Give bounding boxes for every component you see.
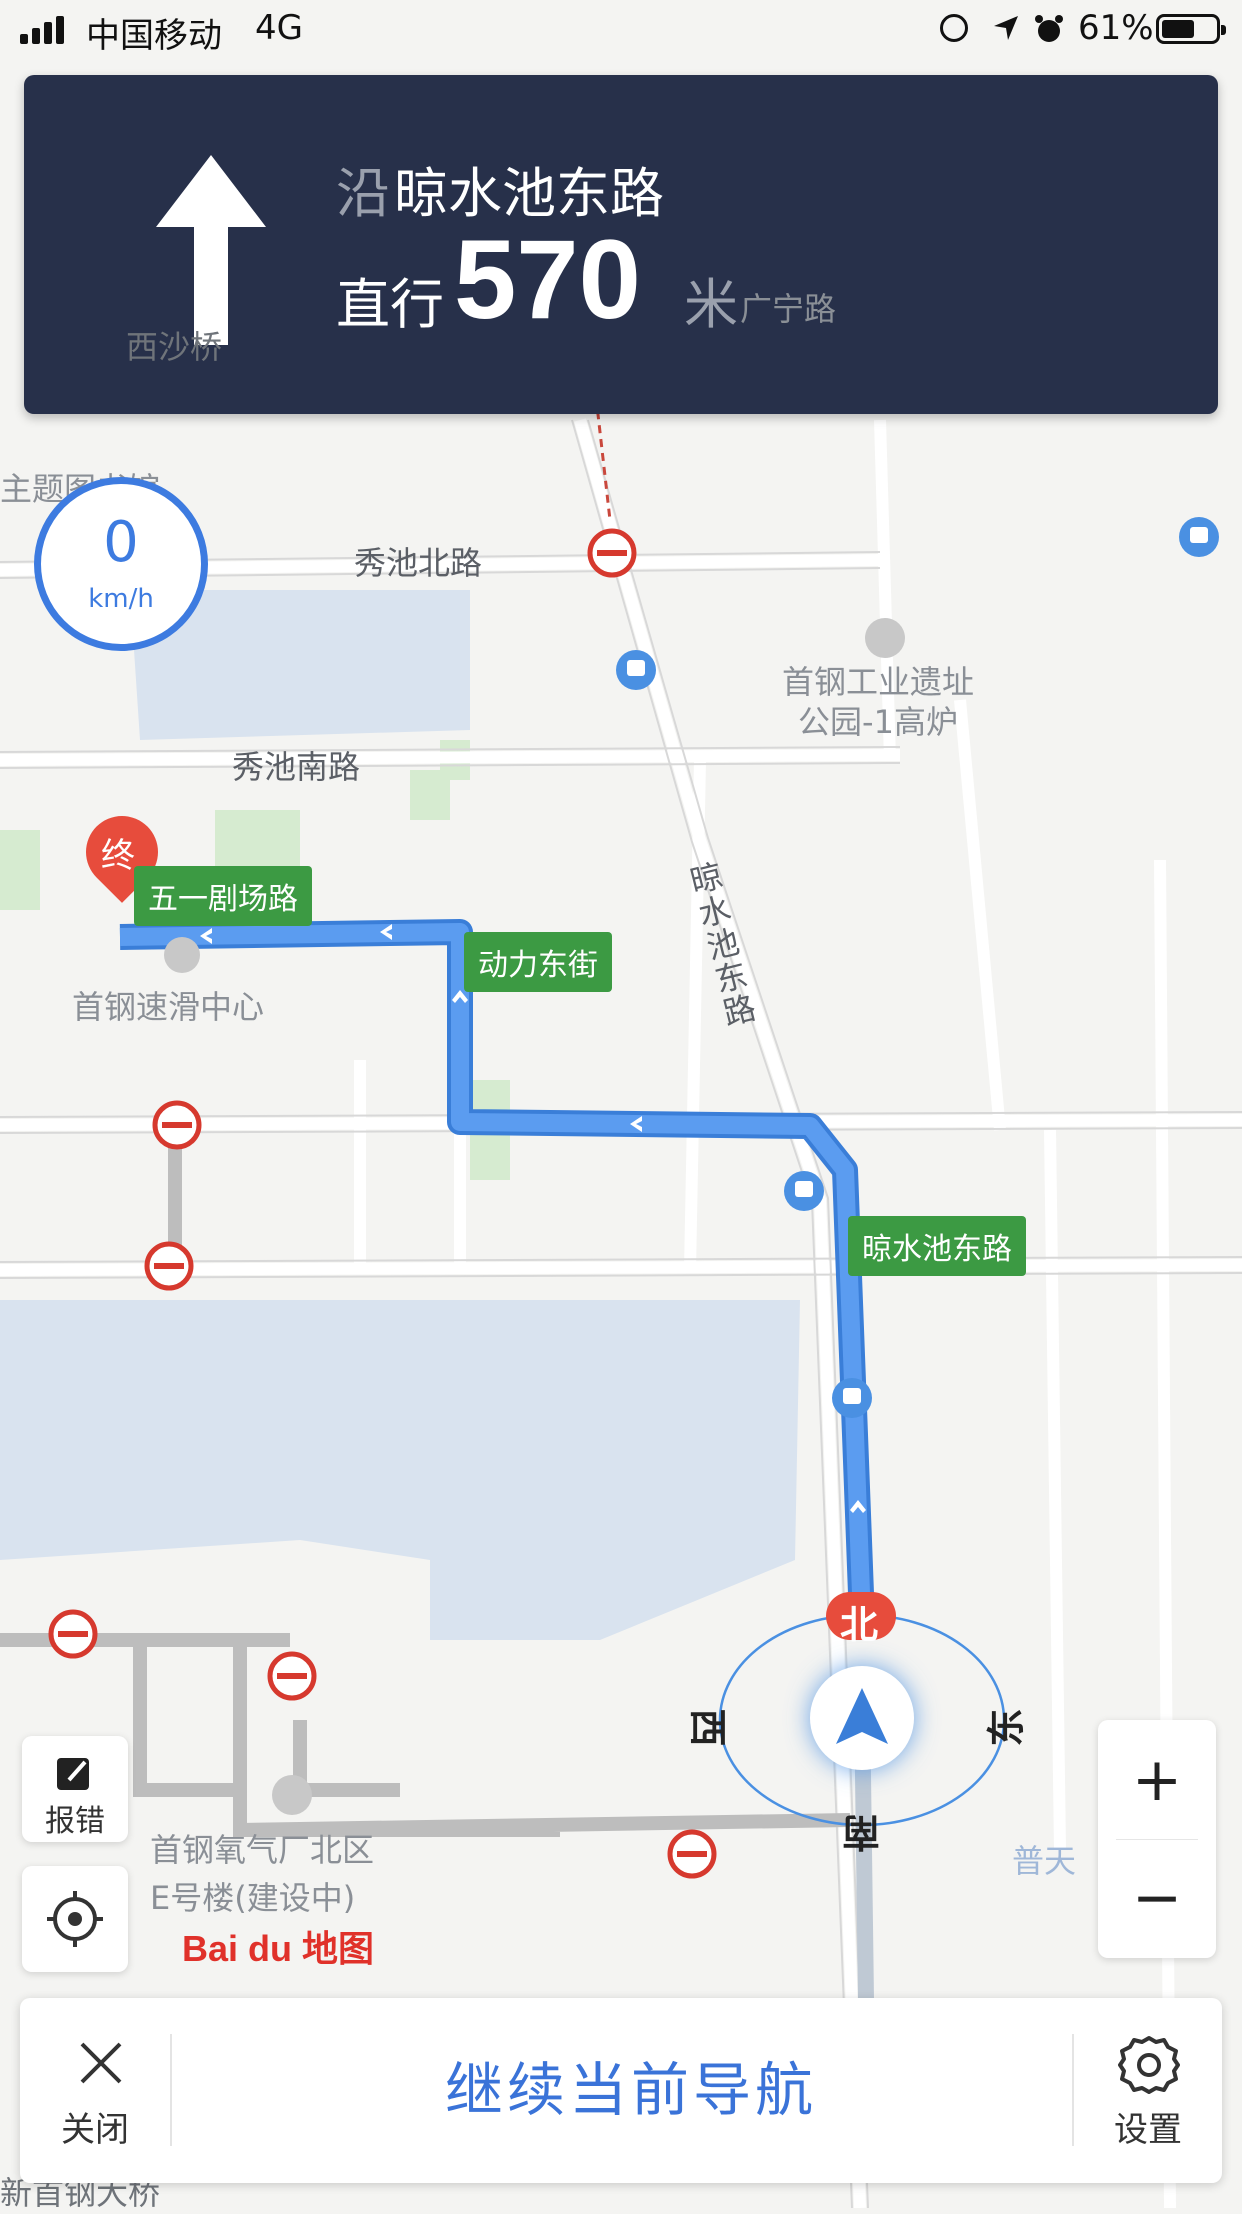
settings-label: 设置 bbox=[1114, 2110, 1182, 2150]
map-label-xiuchi-south: 秀池南路 bbox=[232, 748, 361, 786]
locate-button[interactable] bbox=[22, 1866, 128, 1972]
green-4 bbox=[0, 830, 40, 910]
zoom-divider bbox=[1116, 1839, 1198, 1840]
orientation-lock-icon bbox=[940, 14, 968, 42]
map-label-xiuchi-north: 秀池北路 bbox=[354, 544, 483, 582]
route-tag-wuyi: 五一剧场路 bbox=[134, 866, 312, 926]
report-error-button[interactable]: 报错 bbox=[22, 1736, 128, 1842]
signal-icon bbox=[20, 14, 74, 44]
edit-icon bbox=[57, 1758, 89, 1790]
along-prefix: 沿 bbox=[336, 162, 390, 225]
map-label-xishaqiao: 西沙桥 bbox=[126, 328, 223, 366]
route-tag-liangshuichi: 晾水池东路 bbox=[848, 1216, 1026, 1276]
poi-skating-icon bbox=[164, 937, 200, 973]
map-label-skating: 首钢速滑中心 bbox=[72, 988, 265, 1026]
green-2 bbox=[410, 770, 450, 820]
poi-oxygen-icon bbox=[272, 1775, 312, 1815]
compass-east: 东 bbox=[984, 1708, 1029, 1747]
route-tag-dongli: 动力东街 bbox=[464, 932, 612, 992]
gear-icon bbox=[1118, 2036, 1180, 2094]
battery-percent: 61% bbox=[1078, 8, 1154, 48]
close-button[interactable]: 关闭 bbox=[20, 1998, 170, 2183]
distance-value: 570 bbox=[454, 217, 641, 342]
poi-park-icon bbox=[865, 618, 905, 658]
distance-unit: 米 bbox=[684, 273, 738, 336]
crosshair-icon bbox=[47, 1891, 103, 1947]
map-label-guangning: 广宁路 bbox=[740, 290, 837, 328]
maneuver-text: 直行 bbox=[336, 273, 444, 336]
close-label: 关闭 bbox=[61, 2110, 129, 2150]
map-label-park: 首钢工业遗址 公园-1高炉 bbox=[782, 663, 975, 741]
compass-north: 北 bbox=[840, 1603, 879, 1647]
baidu-logo-text: Bai du 地图 bbox=[182, 1928, 375, 1969]
green-3 bbox=[215, 810, 300, 870]
battery-icon bbox=[1156, 14, 1226, 44]
alarm-icon bbox=[1035, 15, 1063, 42]
navigation-arrow-icon bbox=[836, 1688, 888, 1744]
car-position-indicator bbox=[810, 1666, 914, 1770]
zoom-in-button[interactable]: + bbox=[1098, 1730, 1216, 1830]
compass-west: 西 bbox=[685, 1708, 730, 1747]
network-type: 4G bbox=[255, 8, 303, 48]
straight-arrow-icon bbox=[156, 155, 266, 345]
bottom-bar: 关闭 继续当前导航 设置 bbox=[20, 1998, 1222, 2183]
speed-value: 0 bbox=[103, 510, 139, 575]
report-error-label: 报错 bbox=[45, 1804, 105, 1839]
location-arrow-icon bbox=[994, 16, 1018, 40]
close-icon bbox=[80, 2042, 122, 2084]
zoom-control: + − bbox=[1098, 1720, 1216, 1958]
baidu-map-logo: Bai du 地图 bbox=[182, 1920, 374, 1972]
zoom-out-button[interactable]: − bbox=[1098, 1848, 1216, 1948]
speedometer: 0 km/h bbox=[34, 477, 208, 651]
continue-navigation-button[interactable]: 继续当前导航 bbox=[172, 1998, 1090, 2183]
map-label-putian: 普天 bbox=[1012, 1842, 1077, 1880]
destination-marker-label: 终 bbox=[101, 836, 135, 876]
settings-button[interactable]: 设置 bbox=[1074, 1998, 1222, 2183]
status-bar: 中国移动 4G 61% bbox=[0, 0, 1242, 62]
carrier-name: 中国移动 bbox=[86, 16, 222, 56]
compass-south: 南 bbox=[842, 1810, 881, 1854]
map-label-oxygen-plant: 首钢氧气厂北区 E号楼(建设中) bbox=[150, 1831, 375, 1917]
speed-unit: km/h bbox=[88, 584, 154, 614]
